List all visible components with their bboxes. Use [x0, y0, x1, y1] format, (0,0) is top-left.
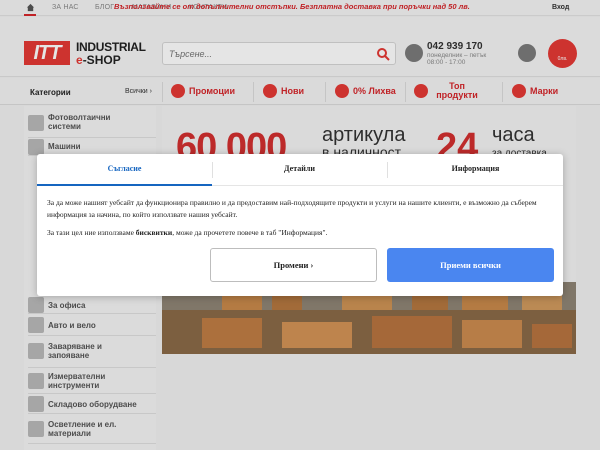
cookie-consent-dialog: Съгласие Детайли Информация За да може н… — [37, 154, 563, 296]
cookies-link: бисквитки — [135, 228, 173, 237]
tab-consent[interactable]: Съгласие — [37, 154, 212, 186]
consent-description: За да може нашият уебсайт да функционира… — [47, 198, 537, 219]
tab-details[interactable]: Детайли — [212, 154, 387, 186]
consent-cookie-note: За тази цел ние използваме бисквитки, мо… — [47, 228, 328, 237]
tab-information[interactable]: Информация — [388, 154, 563, 186]
consent-tabs: Съгласие Детайли Информация — [37, 154, 563, 186]
accept-all-button[interactable]: Приеми всички — [387, 248, 554, 282]
customize-button[interactable]: Промени › — [210, 248, 377, 282]
